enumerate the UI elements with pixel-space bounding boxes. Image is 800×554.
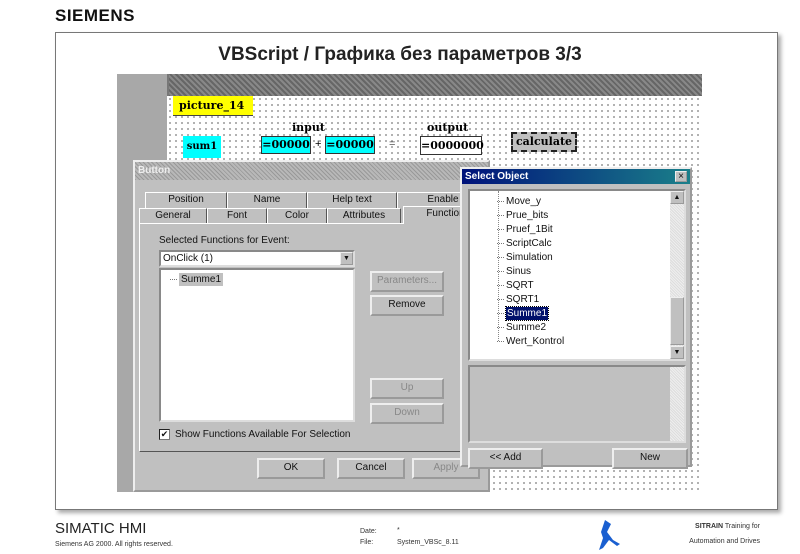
- down-button[interactable]: Down: [370, 403, 444, 424]
- copyright: Siemens AG 2000. All rights reserved.: [55, 541, 173, 548]
- tree-item-sqrt1[interactable]: SQRT1: [496, 293, 539, 306]
- output-field: =0000000: [420, 136, 484, 155]
- tab-attributes[interactable]: Attributes: [327, 208, 401, 224]
- output-label: output: [427, 121, 469, 134]
- scroll-down-icon[interactable]: ▼: [670, 346, 684, 359]
- slide-title: VBScript / Графика без параметров 3/3: [218, 44, 582, 65]
- select-object-dialog: Select Object × Move_y Prue_bits Pruef_1…: [460, 167, 692, 469]
- tab-position[interactable]: Position: [145, 192, 227, 208]
- event-select-value: OnClick (1): [163, 253, 214, 264]
- ok-button[interactable]: OK: [257, 458, 325, 479]
- calculate-button[interactable]: calculate: [511, 132, 577, 152]
- input-label: input: [292, 121, 325, 134]
- scroll-thumb[interactable]: [670, 297, 684, 345]
- event-select[interactable]: OnClick (1) ▼: [159, 250, 355, 267]
- dialog-title-bar: Select Object: [462, 169, 690, 184]
- object-tree[interactable]: Move_y Prue_bits Pruef_1Bit ScriptCalc S…: [468, 189, 686, 361]
- tab-font[interactable]: Font: [207, 208, 267, 224]
- tree-item-simulation[interactable]: Simulation: [497, 251, 553, 264]
- tree-item-sinus[interactable]: Sinus: [496, 265, 531, 278]
- selected-functions-list[interactable]: Summe1: [159, 268, 355, 422]
- file-label: File:: [360, 539, 374, 546]
- hatched-border: [117, 74, 702, 96]
- description-pane: [468, 365, 686, 443]
- scrollbar[interactable]: [670, 367, 684, 441]
- tab-general[interactable]: General: [139, 208, 207, 224]
- tree-item-prue-bits[interactable]: Prue_bits: [496, 209, 548, 222]
- scroll-up-icon[interactable]: ▲: [670, 191, 684, 204]
- tab-help-text[interactable]: Help text: [307, 192, 397, 208]
- new-button[interactable]: New: [612, 448, 688, 469]
- equals-sign: =: [389, 138, 396, 150]
- tree-item-scriptcalc[interactable]: ScriptCalc: [497, 237, 552, 250]
- list-item[interactable]: Summe1: [169, 273, 224, 286]
- tab-name[interactable]: Name: [227, 192, 307, 208]
- plus-sign: +: [315, 138, 322, 150]
- scrollbar[interactable]: ▲ ▼: [670, 191, 684, 359]
- sitrain-brand: SITRAIN: [695, 523, 724, 530]
- cancel-button[interactable]: Cancel: [337, 458, 405, 479]
- chevron-down-icon[interactable]: ▼: [340, 252, 353, 265]
- up-button[interactable]: Up: [370, 378, 444, 399]
- tree-item-wert-kontrol[interactable]: Wert_Kontrol: [496, 335, 564, 348]
- tree-item-pruef-1bit[interactable]: Pruef_1Bit: [497, 223, 553, 236]
- tab-color[interactable]: Color: [267, 208, 327, 224]
- show-functions-label: Show Functions Available For Selection: [175, 429, 351, 440]
- tree-item-sqrt[interactable]: SQRT: [497, 279, 534, 292]
- tree-item-move-y[interactable]: Move_y: [496, 195, 541, 208]
- tree-item-summe1-selected[interactable]: Summe1: [496, 306, 550, 321]
- sitrain-line1: SITRAIN Training for: [600, 523, 760, 530]
- event-label: Selected Functions for Event:: [159, 235, 290, 246]
- remove-button[interactable]: Remove: [370, 295, 444, 316]
- product-name: SIMATIC HMI: [55, 520, 147, 537]
- parameters-button[interactable]: Parameters...: [370, 271, 444, 292]
- input2-field[interactable]: =00000: [325, 136, 375, 154]
- show-functions-checkbox[interactable]: ✔: [159, 429, 170, 440]
- button-properties-dialog: Button Position Name Help text Enable Ge…: [133, 160, 493, 492]
- sum1-button[interactable]: sum1: [183, 136, 221, 158]
- sitrain-tagline: Training for: [723, 523, 760, 530]
- dialog-title-bar: Button: [135, 162, 488, 180]
- date-label: Date:: [360, 528, 377, 535]
- siemens-logo: SIEMENS: [55, 6, 136, 25]
- picture-name-label: picture_14: [173, 96, 253, 116]
- close-icon[interactable]: ×: [675, 171, 687, 182]
- input1-field[interactable]: =00000: [261, 136, 311, 154]
- date-value: *: [397, 527, 400, 534]
- add-button[interactable]: << Add: [468, 448, 543, 469]
- tree-line: [498, 191, 499, 341]
- tree-item-summe2[interactable]: Summe2: [496, 321, 546, 334]
- file-value: System_VBSc_8.11: [397, 539, 459, 546]
- sitrain-line2: Automation and Drives: [689, 538, 760, 545]
